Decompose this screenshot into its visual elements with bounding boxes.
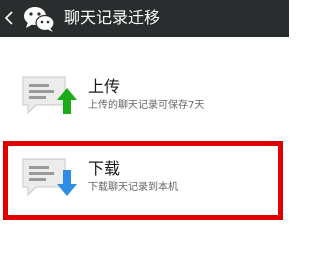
upload-label: 上传 bbox=[88, 77, 121, 96]
page-title: 聊天记录迁移 bbox=[64, 8, 161, 27]
download-label: 下载 bbox=[88, 159, 121, 178]
chevron-left-icon[interactable] bbox=[3, 10, 15, 26]
chat-download-icon bbox=[22, 158, 77, 197]
upload-option[interactable]: 上传 上传的聊天记录可保存7天 bbox=[0, 66, 289, 126]
header-bar: 聊天记录迁移 bbox=[0, 0, 289, 37]
download-option[interactable]: 下载 下载聊天记录到本机 bbox=[0, 148, 289, 208]
upload-description: 上传的聊天记录可保存7天 bbox=[88, 100, 205, 111]
wechat-icon bbox=[24, 7, 55, 32]
download-description: 下载聊天记录到本机 bbox=[88, 182, 178, 193]
chat-upload-icon bbox=[22, 76, 77, 115]
